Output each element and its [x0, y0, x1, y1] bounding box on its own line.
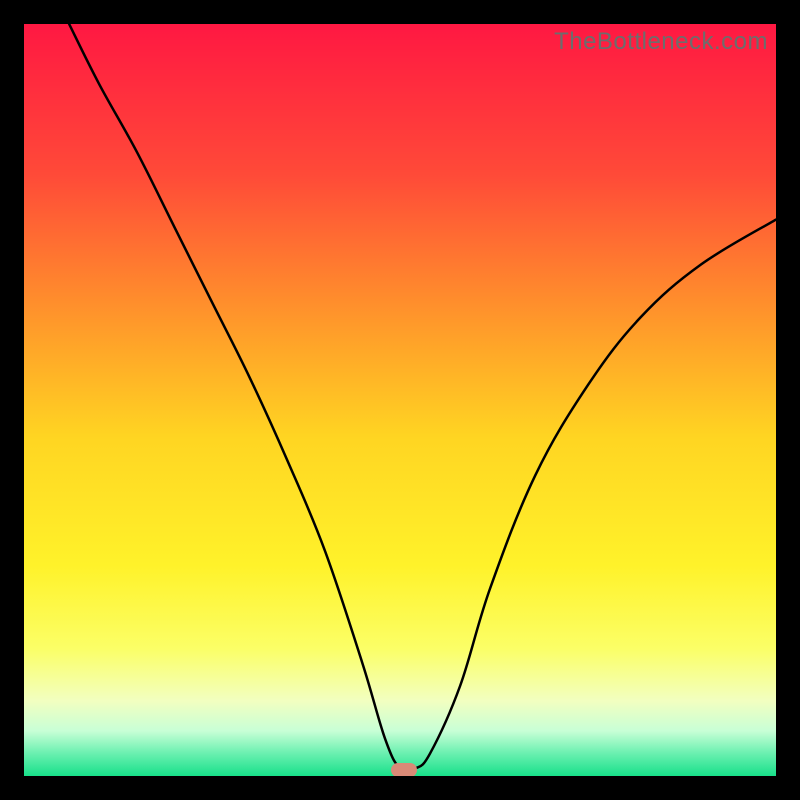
- bottleneck-curve: [69, 24, 776, 772]
- chart-stage: TheBottleneck.com: [0, 0, 800, 800]
- curve-layer: [24, 24, 776, 776]
- plot-area: TheBottleneck.com: [24, 24, 776, 776]
- bottleneck-marker: [391, 763, 417, 776]
- watermark-text: TheBottleneck.com: [554, 28, 768, 56]
